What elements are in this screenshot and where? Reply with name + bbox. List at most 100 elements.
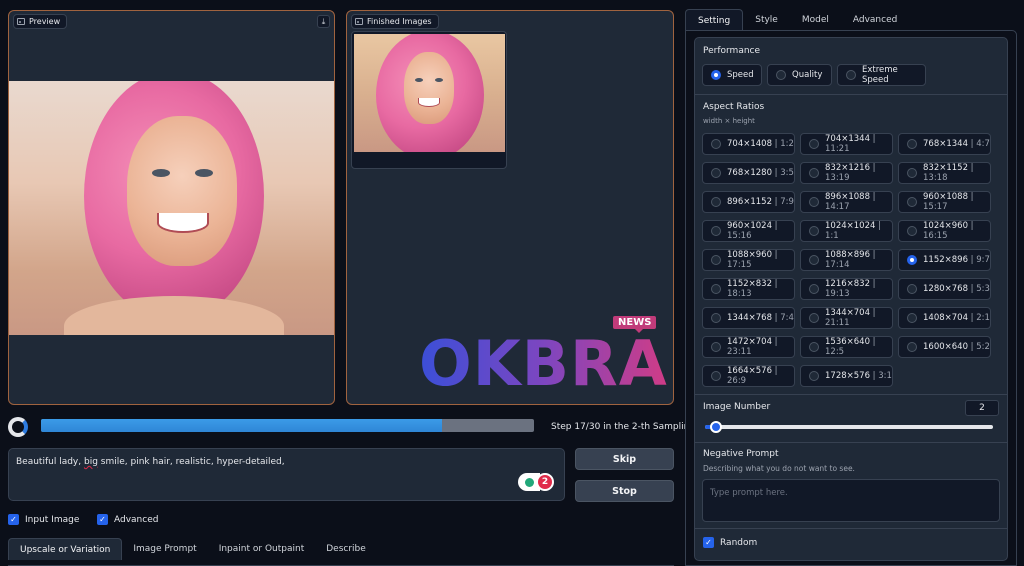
aspect-option[interactable]: 1024×960 | 16:15 [898, 220, 991, 242]
aspect-option[interactable]: 960×1088 | 15:17 [898, 191, 991, 213]
image-number-input[interactable]: 2 [965, 400, 999, 416]
aspect-ratio: 23:11 [727, 347, 752, 357]
aspect-option[interactable]: 1472×704 | 23:11 [702, 336, 795, 358]
aspect-separator: | [869, 192, 876, 202]
gallery-thumbnail[interactable] [351, 31, 507, 169]
aspect-size: 768×1280 [727, 168, 772, 178]
aspect-option[interactable]: 960×1024 | 15:16 [702, 220, 795, 242]
aspect-size: 1088×896 [825, 250, 870, 260]
aspect-option[interactable]: 1600×640 | 5:2 [898, 336, 991, 358]
tab-advanced[interactable]: Advanced [841, 9, 909, 31]
radio-indicator [711, 313, 721, 323]
aspect-option[interactable]: 896×1152 | 7:9 [702, 191, 795, 213]
tab-image-prompt[interactable]: Image Prompt [122, 538, 207, 560]
aspect-size: 960×1024 [727, 221, 772, 231]
tab-describe[interactable]: Describe [315, 538, 377, 560]
tab-setting[interactable]: Setting [685, 9, 744, 31]
aspect-option[interactable]: 704×1344 | 11:21 [800, 133, 893, 155]
aspect-size: 832×1152 [923, 163, 968, 173]
divider [695, 528, 1007, 529]
aspect-option[interactable]: 768×1344 | 4:7 [898, 133, 991, 155]
radio-indicator [809, 255, 819, 265]
checkmark-icon: ✓ [703, 537, 714, 548]
grammar-assistant[interactable]: 2 [518, 473, 554, 491]
smile-shape [157, 213, 209, 233]
prompt-input[interactable]: Beautiful lady, big smile, pink hair, re… [8, 448, 565, 501]
aspect-option[interactable]: 1152×832 | 18:13 [702, 278, 795, 300]
progress-bar [41, 419, 534, 432]
lightbulb-dot [524, 477, 534, 487]
aspect-option[interactable]: 1024×1024 | 1:1 [800, 220, 893, 242]
aspect-option[interactable]: 1088×960 | 17:15 [702, 249, 795, 271]
performance-title: Performance [703, 46, 761, 56]
eye-right [195, 169, 213, 177]
aspect-label: 896×1088 | 14:17 [825, 192, 892, 212]
aspect-option[interactable]: 896×1088 | 14:17 [800, 191, 893, 213]
aspect-option[interactable]: 1216×832 | 19:13 [800, 278, 893, 300]
stop-button[interactable]: Stop [575, 480, 674, 502]
aspect-option[interactable]: 1344×704 | 21:11 [800, 307, 893, 329]
aspect-separator: | [869, 279, 876, 289]
skip-button[interactable]: Skip [575, 448, 674, 470]
performance-option-quality[interactable]: Quality [767, 64, 832, 86]
random-checkbox[interactable]: ✓ Random [703, 537, 757, 548]
aspect-separator: | [771, 221, 778, 231]
aspect-separator: | [869, 308, 876, 318]
aspect-size: 1280×768 [923, 284, 968, 294]
aspect-ratio: 13:19 [825, 173, 850, 183]
aspect-ratio: 26:9 [727, 376, 747, 386]
aspect-option[interactable]: 1536×640 | 12:5 [800, 336, 893, 358]
aspect-option[interactable]: 1344×768 | 7:4 [702, 307, 795, 329]
preview-label: Preview [13, 14, 68, 29]
aspect-ratio: 3:5 [780, 168, 794, 178]
aspect-size: 704×1344 [825, 134, 870, 144]
advanced-checkbox[interactable]: ✓ Advanced [97, 514, 158, 525]
aspect-label: 896×1152 | 7:9 [727, 197, 794, 207]
aspect-option[interactable]: 832×1152 | 13:18 [898, 162, 991, 184]
aspect-size: 960×1088 [923, 192, 968, 202]
prompt-text-after: smile, pink hair, realistic, hyper-detai… [97, 457, 285, 467]
tab-inpaint-or-outpaint[interactable]: Inpaint or Outpaint [208, 538, 316, 560]
aspect-option[interactable]: 1664×576 | 26:9 [702, 365, 795, 387]
prompt-text-underlined: big [83, 457, 98, 467]
radio-indicator [711, 284, 721, 294]
aspect-ratio: 5:3 [976, 284, 990, 294]
aspect-option[interactable]: 1280×768 | 5:3 [898, 278, 991, 300]
eye-left [415, 78, 423, 82]
aspect-ratio: 17:14 [825, 260, 850, 270]
aspect-size: 1344×704 [825, 308, 870, 318]
aspect-label: 704×1408 | 1:2 [727, 139, 794, 149]
radio-indicator [907, 284, 917, 294]
radio-indicator [776, 70, 786, 80]
performance-option-extreme-speed[interactable]: Extreme Speed [837, 64, 926, 86]
aspect-separator: | [771, 366, 778, 376]
aspect-size: 768×1344 [923, 139, 968, 149]
aspect-option[interactable]: 1152×896 | 9:7 [898, 249, 991, 271]
aspect-option[interactable]: 704×1408 | 1:2 [702, 133, 795, 155]
download-icon[interactable]: ⤓ [317, 15, 330, 28]
suggestion-count-badge[interactable]: 2 [536, 473, 554, 491]
image-icon [355, 18, 363, 25]
aspect-option[interactable]: 1088×896 | 17:14 [800, 249, 893, 271]
aspect-option[interactable]: 1728×576 | 3:1 [800, 365, 893, 387]
performance-option-speed[interactable]: Speed [702, 64, 762, 86]
negative-prompt-input[interactable]: Type prompt here. [702, 479, 1000, 522]
radio-indicator [907, 139, 917, 149]
finished-images-panel: Finished Images NEWS OKBRA [346, 10, 674, 405]
tab-model[interactable]: Model [790, 9, 841, 31]
tab-upscale-or-variation[interactable]: Upscale or Variation [8, 538, 123, 560]
aspect-ratio: 5:2 [976, 342, 990, 352]
image-number-slider[interactable] [705, 421, 993, 433]
aspect-label: 768×1344 | 4:7 [923, 139, 990, 149]
watermark-brand: OKBRA [419, 327, 668, 400]
tab-style[interactable]: Style [743, 9, 790, 31]
radio-indicator [809, 139, 819, 149]
aspect-option[interactable]: 1408×704 | 2:1 [898, 307, 991, 329]
aspect-option[interactable]: 768×1280 | 3:5 [702, 162, 795, 184]
checkmark-icon: ✓ [97, 514, 108, 525]
aspect-option[interactable]: 832×1216 | 13:19 [800, 162, 893, 184]
face-shape [404, 52, 454, 124]
input-image-checkbox[interactable]: ✓ Input Image [8, 514, 79, 525]
aspect-label: 960×1088 | 15:17 [923, 192, 990, 212]
slider-thumb[interactable] [709, 421, 722, 433]
